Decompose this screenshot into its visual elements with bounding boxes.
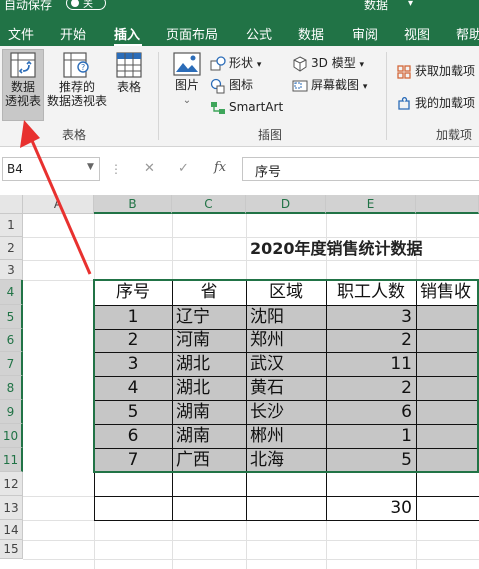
- excel-window: 自动保存 关 数据 ▾ 文件 开始 插入 页面布局 公式 数据 审阅 视图 帮助: [0, 0, 479, 569]
- annotation-arrow: [20, 120, 92, 275]
